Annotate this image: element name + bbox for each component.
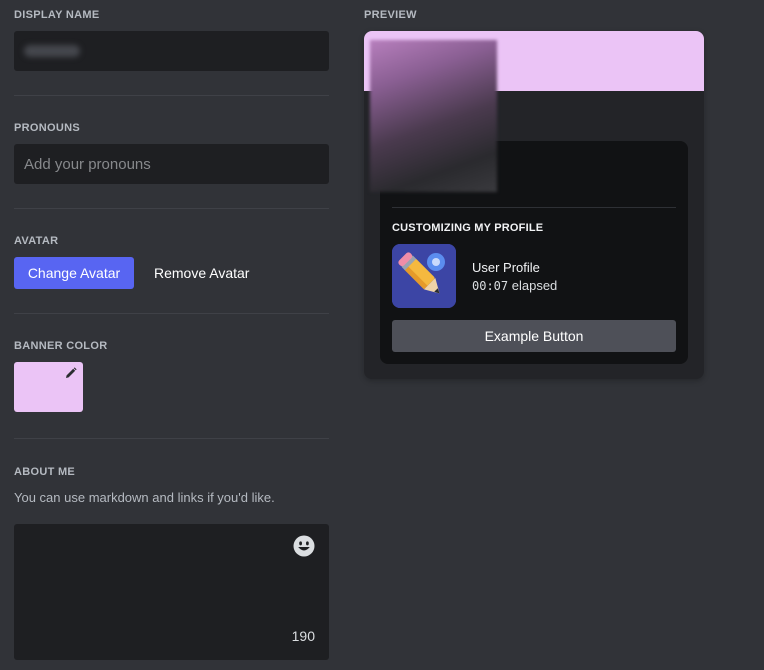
emoji-icon[interactable] xyxy=(293,535,315,557)
banner-color-swatch[interactable] xyxy=(14,362,83,412)
pronouns-label: PRONOUNS xyxy=(14,122,80,134)
banner-color-label: BANNER COLOR xyxy=(14,340,108,352)
remove-avatar-button[interactable]: Remove Avatar xyxy=(154,257,249,289)
preview-label: PREVIEW xyxy=(364,9,417,21)
example-button[interactable]: Example Button xyxy=(392,320,676,352)
display-name-label: DISPLAY NAME xyxy=(14,9,100,21)
activity-title: CUSTOMIZING MY PROFILE xyxy=(392,222,544,234)
about-me-textarea[interactable]: 190 xyxy=(14,524,329,660)
character-counter: 190 xyxy=(291,628,315,644)
elapsed-suffix: elapsed xyxy=(508,278,558,293)
divider xyxy=(392,207,676,208)
activity-elapsed: 00:07 elapsed xyxy=(472,278,557,293)
divider xyxy=(14,208,329,209)
avatar-label: AVATAR xyxy=(14,235,59,247)
display-name-value-redacted xyxy=(24,45,80,57)
display-name-input[interactable] xyxy=(14,31,329,71)
pencil-icon xyxy=(66,367,77,378)
divider xyxy=(14,95,329,96)
divider xyxy=(14,313,329,314)
activity-name: User Profile xyxy=(472,260,540,275)
change-avatar-button[interactable]: Change Avatar xyxy=(14,257,134,289)
about-me-help-text: You can use markdown and links if you'd … xyxy=(14,490,275,505)
pronouns-input[interactable]: Add your pronouns xyxy=(14,144,329,184)
about-me-label: ABOUT ME xyxy=(14,466,76,478)
avatar-image-blurred xyxy=(370,40,497,192)
profile-preview-card: CUSTOMIZING MY PROFILE User Profile 00:0… xyxy=(364,31,704,379)
divider xyxy=(14,438,329,439)
pencil-app-icon xyxy=(392,244,456,308)
pronouns-placeholder: Add your pronouns xyxy=(24,155,151,173)
profile-settings: DISPLAY NAME PRONOUNS Add your pronouns … xyxy=(0,0,764,670)
elapsed-timer: 00:07 xyxy=(472,279,509,293)
